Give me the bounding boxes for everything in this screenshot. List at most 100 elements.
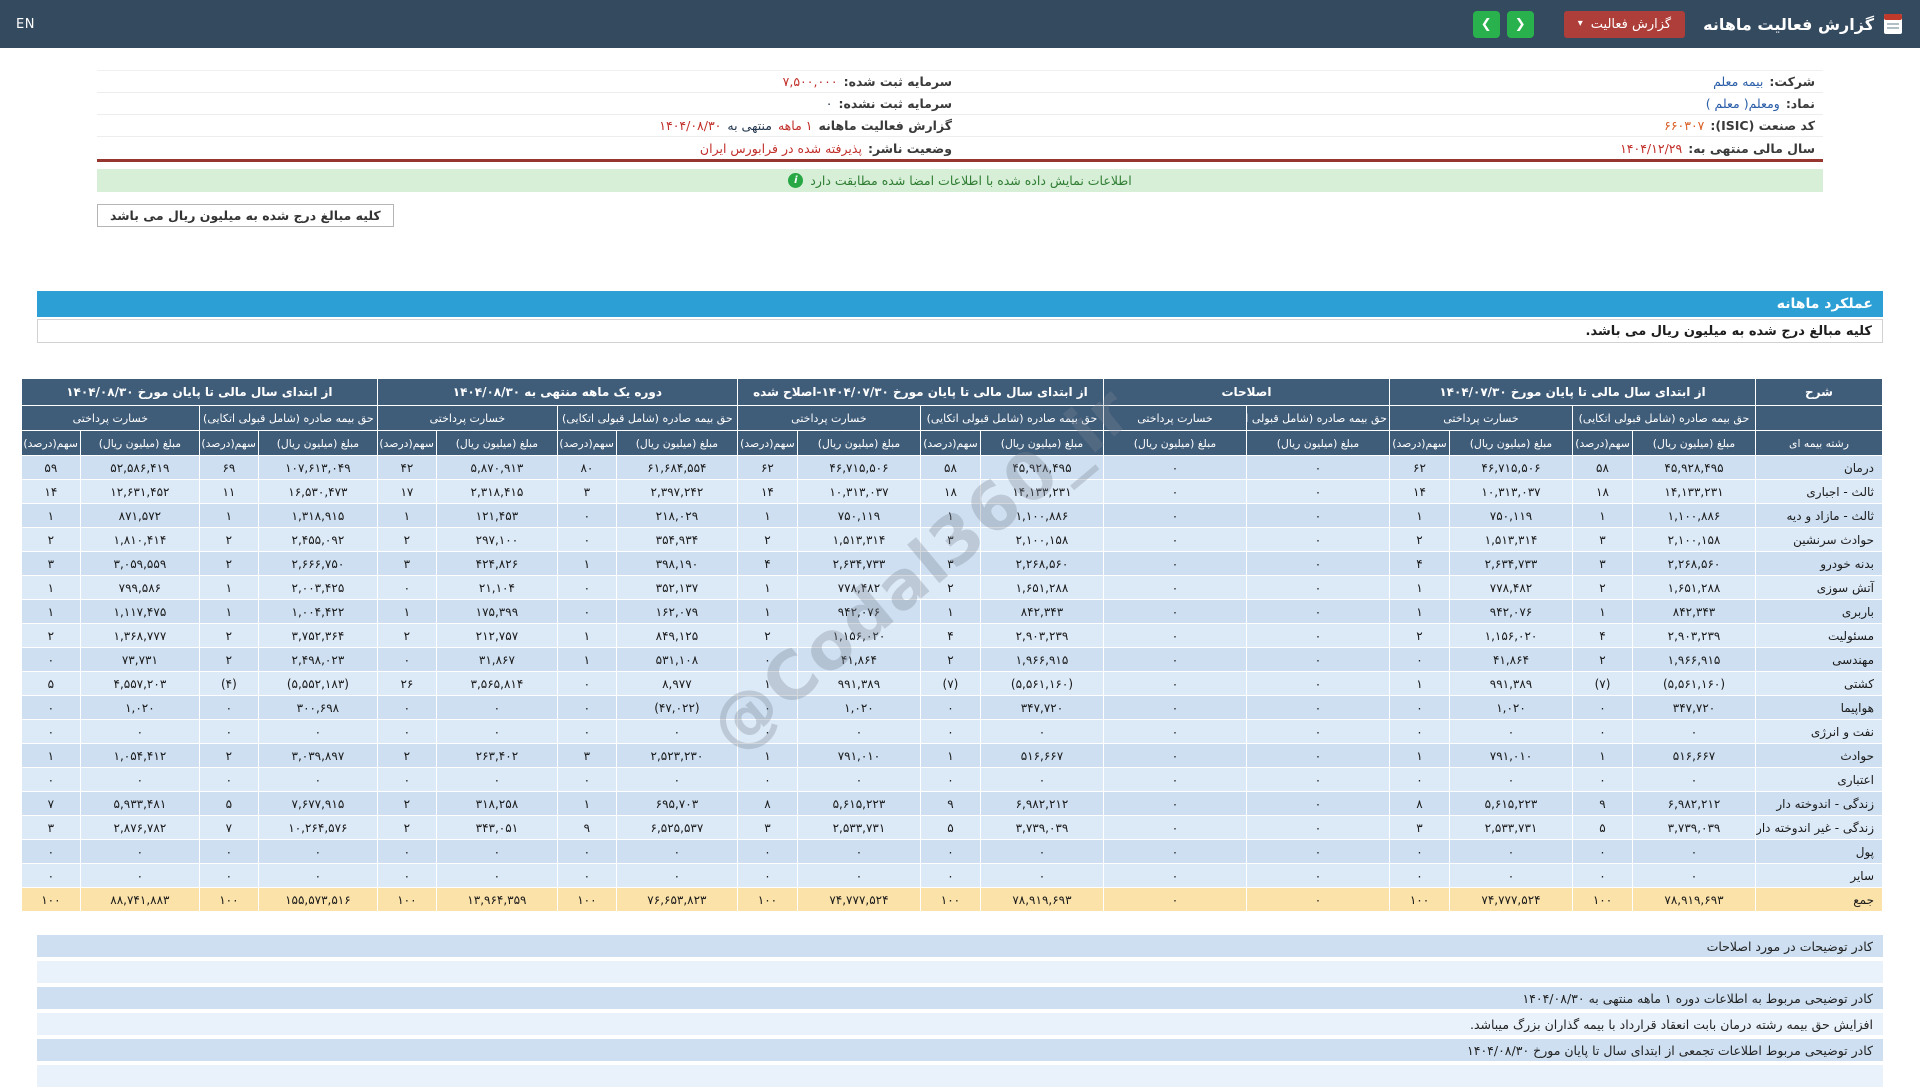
cell-value: ۲ bbox=[378, 624, 436, 647]
cell-value: ۰ bbox=[738, 864, 797, 887]
cell-value: ۷۹۱,۰۱۰ bbox=[798, 744, 920, 767]
cell-value: ۱,۹۶۶,۹۱۵ bbox=[1633, 648, 1755, 671]
cell-value: ۱,۱۱۷,۴۷۵ bbox=[81, 600, 199, 623]
cell-value: ۰ bbox=[1104, 552, 1246, 575]
cell-value: ۰ bbox=[1247, 744, 1389, 767]
leaf-header-amount: مبلغ (میلیون ریال) bbox=[437, 431, 557, 455]
cell-value: ۱۴ bbox=[738, 480, 797, 503]
leaf-header-amount: مبلغ (میلیون ریال) bbox=[259, 431, 377, 455]
cell-value: ۰ bbox=[81, 840, 199, 863]
cell-value: ۸ bbox=[738, 792, 797, 815]
cell-value: ۲,۳۹۷,۲۴۲ bbox=[617, 480, 737, 503]
cell-value: ۶,۹۸۲,۲۱۲ bbox=[981, 792, 1103, 815]
cell-value: ۰ bbox=[921, 768, 980, 791]
cell-value: ۱,۰۵۴,۴۱۲ bbox=[81, 744, 199, 767]
cell-value: ۰ bbox=[1247, 768, 1389, 791]
cell-value: ۶,۹۸۲,۲۱۲ bbox=[1633, 792, 1755, 815]
leaf-header-amount: مبلغ (میلیون ریال) bbox=[981, 431, 1103, 455]
cell-value: ۱۷۵,۳۹۹ bbox=[437, 600, 557, 623]
cell-value: ۱ bbox=[1390, 672, 1449, 695]
row-label: جمع bbox=[1756, 888, 1882, 911]
report-type-button[interactable]: گزارش فعالیت ▾ bbox=[1564, 11, 1685, 38]
subgroup-header-claims: خسارت پرداختی bbox=[378, 406, 557, 430]
cell-value: ۳ bbox=[1573, 528, 1632, 551]
cell-value: ۱,۸۱۰,۴۱۴ bbox=[81, 528, 199, 551]
cell-value: ۰ bbox=[558, 504, 616, 527]
cell-value: ۰ bbox=[617, 864, 737, 887]
cell-value: ۸۴۲,۳۴۳ bbox=[981, 600, 1103, 623]
cell-value: ۰ bbox=[1633, 840, 1755, 863]
cell-value: ۱ bbox=[22, 600, 80, 623]
company-link[interactable]: بیمه معلم bbox=[1713, 74, 1763, 89]
cell-value: ۱۰,۲۶۴,۵۷۶ bbox=[259, 816, 377, 839]
cell-value: ۱ bbox=[738, 576, 797, 599]
cell-value: ۳,۰۳۹,۸۹۷ bbox=[259, 744, 377, 767]
cell-value: ۰ bbox=[1104, 480, 1246, 503]
performance-table: شرح از ابتدای سال مالی تا پایان مورخ ۱۴۰… bbox=[21, 378, 1883, 912]
cell-value: ۷ bbox=[22, 792, 80, 815]
cell-value: ۰ bbox=[1247, 672, 1389, 695]
cell-value: ۰ bbox=[1104, 456, 1246, 479]
cell-value: ۰ bbox=[1104, 648, 1246, 671]
cell-value: ۰ bbox=[558, 864, 616, 887]
cell-value: ۰ bbox=[1390, 840, 1449, 863]
cell-value: ۱ bbox=[378, 600, 436, 623]
table-row: اعتباری۰۰۰۰۰۰۰۰۰۰۰۰۰۰۰۰۰۰ bbox=[22, 768, 1882, 791]
cell-value: ۱ bbox=[558, 552, 616, 575]
cell-value: ۰ bbox=[798, 720, 920, 743]
cell-value: ۱ bbox=[1573, 600, 1632, 623]
cell-value: ۱,۱۰۰,۸۸۶ bbox=[1633, 504, 1755, 527]
cell-value: ۷۹۱,۰۱۰ bbox=[1450, 744, 1572, 767]
report-period-label: گزارش فعالیت ماهانه bbox=[818, 118, 952, 133]
cell-value: ۵,۹۳۳,۴۸۱ bbox=[81, 792, 199, 815]
cell-value: ۰ bbox=[81, 864, 199, 887]
cell-value: ۱,۰۲۰ bbox=[798, 696, 920, 719]
row-label: اعتباری bbox=[1756, 768, 1882, 791]
subgroup-header-premium: حق بیمه صادره (شامل قبولی اتکایی) bbox=[200, 406, 377, 430]
cell-value: ۰ bbox=[1104, 576, 1246, 599]
cell-value: ۳ bbox=[22, 552, 80, 575]
cell-value: ۱,۳۶۸,۷۷۷ bbox=[81, 624, 199, 647]
leaf-header-share: سهم(درصد) bbox=[22, 431, 80, 455]
table-row: بدنه خودرو۲,۲۶۸,۵۶۰۳۲,۶۳۴,۷۳۳۴۰۰۲,۲۶۸,۵۶… bbox=[22, 552, 1882, 575]
cell-value: ۶۲ bbox=[738, 456, 797, 479]
cell-value: ۰ bbox=[1104, 720, 1246, 743]
cell-value: ۰ bbox=[200, 720, 258, 743]
cell-value: ۳۰۰,۶۹۸ bbox=[259, 696, 377, 719]
cell-value: ۱,۱۵۶,۰۲۰ bbox=[1450, 624, 1572, 647]
cell-value: ۰ bbox=[1247, 840, 1389, 863]
cell-value: ۱ bbox=[558, 624, 616, 647]
cell-value: (۵,۵۶۱,۱۶۰) bbox=[981, 672, 1103, 695]
leaf-header-amount: مبلغ (میلیون ریال) bbox=[798, 431, 920, 455]
info-symbol: نماد: ومعلم( معلم ) bbox=[960, 93, 1823, 115]
cell-value: ۲ bbox=[200, 624, 258, 647]
cell-value: ۱۰,۳۱۳,۰۳۷ bbox=[1450, 480, 1572, 503]
report-period-mid: منتهی به bbox=[727, 118, 772, 133]
cell-value: ۱۶۲,۰۷۹ bbox=[617, 600, 737, 623]
cell-value: ۸ bbox=[1390, 792, 1449, 815]
cell-value: ۰ bbox=[1247, 624, 1389, 647]
cell-value: ۱ bbox=[1573, 504, 1632, 527]
cell-value: ۲,۹۰۳,۲۳۹ bbox=[981, 624, 1103, 647]
note-row: کادر توضیحی مربوط به اطلاعات دوره ۱ ماهه… bbox=[37, 987, 1883, 1009]
cell-value: ۱۷ bbox=[378, 480, 436, 503]
cell-value: ۱ bbox=[22, 504, 80, 527]
cell-value: ۰ bbox=[1450, 864, 1572, 887]
cell-value: ۵ bbox=[1573, 816, 1632, 839]
cell-value: ۱,۶۵۱,۲۸۸ bbox=[981, 576, 1103, 599]
cell-value: ۲,۰۰۳,۴۲۵ bbox=[259, 576, 377, 599]
previous-report-button[interactable]: ❮ bbox=[1473, 11, 1500, 38]
cell-value: ۱,۳۱۸,۹۱۵ bbox=[259, 504, 377, 527]
cell-value: ۰ bbox=[200, 864, 258, 887]
monthly-report-icon bbox=[1882, 13, 1904, 35]
cell-value: ۲,۵۲۳,۲۳۰ bbox=[617, 744, 737, 767]
cell-value: ۰ bbox=[81, 720, 199, 743]
unregistered-capital-label: سرمایه ثبت نشده: bbox=[838, 96, 952, 111]
cell-value: ۲ bbox=[1390, 624, 1449, 647]
cell-value: ۰ bbox=[1390, 720, 1449, 743]
language-toggle[interactable]: EN bbox=[16, 17, 35, 32]
group-header: از ابتدای سال مالی تا پایان مورخ ۱۴۰۴/۰۷… bbox=[738, 379, 1103, 405]
cell-value: ۴ bbox=[1573, 624, 1632, 647]
next-report-button[interactable]: ❯ bbox=[1507, 11, 1534, 38]
cell-value: ۰ bbox=[798, 768, 920, 791]
